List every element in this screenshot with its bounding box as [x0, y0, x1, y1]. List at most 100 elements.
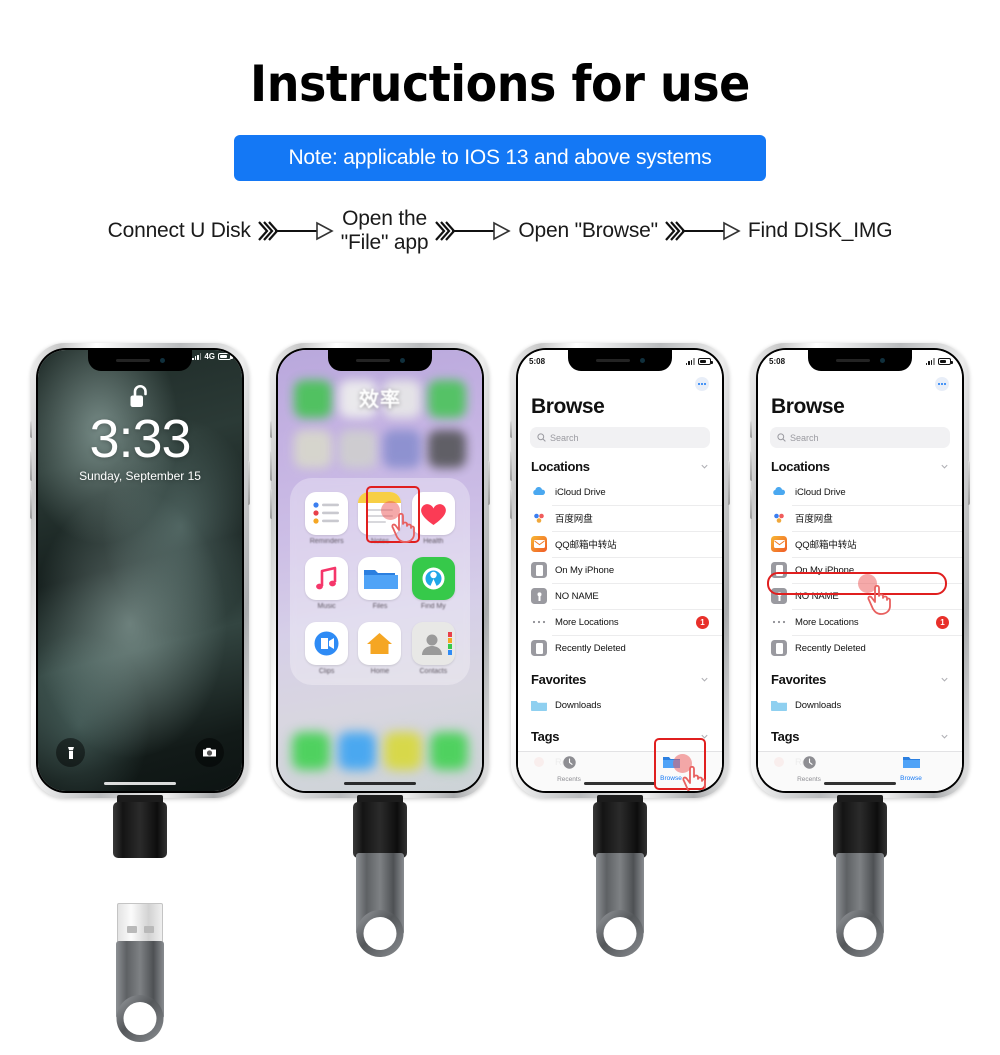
section-header-favorites[interactable]: Favorites	[518, 661, 722, 692]
usb-drive-ring	[836, 910, 884, 957]
home-indicator[interactable]	[104, 781, 176, 785]
app-clips[interactable]: Clips	[303, 622, 350, 675]
list-item[interactable]: iCloud Drive	[758, 479, 962, 505]
volume-up-button[interactable]	[510, 451, 512, 481]
tab-recents[interactable]: Recents	[537, 755, 601, 783]
trash-iphone-icon	[771, 640, 787, 656]
external-drive-icon	[771, 588, 787, 604]
power-button[interactable]	[248, 461, 250, 505]
music-icon	[305, 557, 349, 600]
section-header-tags[interactable]: Tags	[758, 718, 962, 749]
usb-drive-attached	[751, 795, 969, 1050]
home-indicator[interactable]	[824, 781, 896, 785]
list-item-label: QQ邮箱中转站	[555, 540, 617, 551]
clips-icon	[305, 622, 349, 665]
search-input[interactable]: Search	[770, 427, 950, 448]
lightning-adapter-body	[833, 802, 887, 858]
mute-switch[interactable]	[270, 421, 272, 438]
app-find-my[interactable]: Find My	[410, 557, 457, 610]
usb-drive-ring	[596, 910, 644, 957]
list-item-more-locations[interactable]: More Locations 1	[518, 609, 722, 635]
lockscreen-actions	[38, 738, 242, 767]
mute-switch[interactable]	[30, 421, 32, 438]
home-icon	[358, 622, 402, 665]
phone-gallery: 4G 3:33 Sunday, September 15 效率 Reminder…	[0, 343, 1000, 1042]
arrow-icon-3	[665, 221, 741, 241]
list-item[interactable]: Downloads	[758, 692, 962, 718]
battery-icon	[698, 358, 713, 365]
list-item-no-name[interactable]: NO NAME	[518, 583, 722, 609]
folder-icon	[531, 697, 547, 713]
list-item[interactable]: Recently Deleted	[758, 635, 962, 661]
volume-up-button[interactable]	[270, 451, 272, 481]
chevron-down-icon	[941, 464, 948, 469]
battery-icon	[218, 353, 233, 360]
home-indicator[interactable]	[344, 781, 416, 785]
app-files[interactable]: Files	[356, 557, 403, 610]
section-header-locations[interactable]: Locations	[518, 448, 722, 479]
note-banner: Note: applicable to IOS 13 and above sys…	[234, 135, 766, 181]
hand-cursor-icon	[391, 512, 415, 543]
camera-button[interactable]	[195, 738, 224, 767]
search-icon	[537, 433, 546, 442]
status-badge: 1	[696, 615, 709, 629]
files-app-browse: 5:08 Browse Search Locations iCloud Driv…	[518, 350, 722, 791]
iphone-icon	[771, 562, 787, 578]
mute-switch[interactable]	[510, 421, 512, 438]
volume-down-button[interactable]	[510, 489, 512, 519]
section-header-tags[interactable]: Tags	[518, 718, 722, 749]
home-indicator[interactable]	[584, 781, 656, 785]
chevron-down-icon	[941, 677, 948, 682]
tab-browse[interactable]: Browse	[879, 755, 943, 782]
volume-down-button[interactable]	[30, 489, 32, 519]
section-header-favorites[interactable]: Favorites	[758, 661, 962, 692]
app-home[interactable]: Home	[356, 622, 403, 675]
section-header-locations[interactable]: Locations	[758, 448, 962, 479]
status-bar: 5:08	[758, 350, 962, 371]
flashlight-button[interactable]	[56, 738, 85, 767]
list-item[interactable]: Recently Deleted	[518, 635, 722, 661]
list-item-label: iCloud Drive	[795, 486, 846, 498]
usb-a-plug	[117, 903, 163, 943]
app-contacts[interactable]: Contacts	[410, 622, 457, 675]
tab-bar: Recents Browse	[758, 751, 962, 791]
list-item[interactable]: QQ邮箱中转站	[758, 531, 962, 557]
usb-drive-ring	[356, 910, 404, 957]
list-item[interactable]: On My iPhone	[518, 557, 722, 583]
list-item-label: Recently Deleted	[555, 642, 626, 654]
power-button[interactable]	[728, 461, 730, 505]
volume-up-button[interactable]	[30, 451, 32, 481]
phone-lockscreen: 4G 3:33 Sunday, September 15	[30, 343, 250, 798]
findmy-icon	[411, 557, 455, 600]
folder-icon	[771, 697, 787, 713]
search-input[interactable]: Search	[530, 427, 710, 448]
step-label-2: Open the "File" app	[340, 207, 429, 255]
list-item[interactable]: QQ邮箱中转站	[518, 531, 722, 557]
power-button[interactable]	[488, 461, 490, 505]
arrow-icon-1	[257, 221, 334, 241]
folder-title: 效率	[359, 389, 401, 411]
lightning-adapter-body	[593, 802, 647, 858]
app-reminders[interactable]: Reminders	[303, 492, 350, 545]
notch	[328, 350, 432, 371]
list-item-label: Downloads	[555, 699, 602, 711]
lightning-adapter-body	[113, 802, 167, 858]
signal-bars-icon	[925, 358, 935, 365]
app-music[interactable]: Music	[303, 557, 350, 610]
volume-down-button[interactable]	[270, 489, 272, 519]
tab-recents[interactable]: Recents	[777, 755, 841, 783]
folder-app-grid: Reminders Notes Health Music Files Find …	[300, 492, 460, 675]
list-item[interactable]: 百度网盘	[518, 505, 722, 531]
app-label: Clips	[318, 668, 335, 675]
ellipsis-icon	[531, 614, 547, 630]
mute-switch[interactable]	[750, 421, 752, 438]
power-button[interactable]	[968, 461, 970, 505]
volume-up-button[interactable]	[750, 451, 752, 481]
volume-down-button[interactable]	[750, 489, 752, 519]
list-item[interactable]: 百度网盘	[758, 505, 962, 531]
list-item-label: Recently Deleted	[795, 642, 866, 654]
more-options-button[interactable]	[935, 377, 949, 391]
more-options-button[interactable]	[695, 377, 709, 391]
list-item[interactable]: Downloads	[518, 692, 722, 718]
list-item[interactable]: iCloud Drive	[518, 479, 722, 505]
